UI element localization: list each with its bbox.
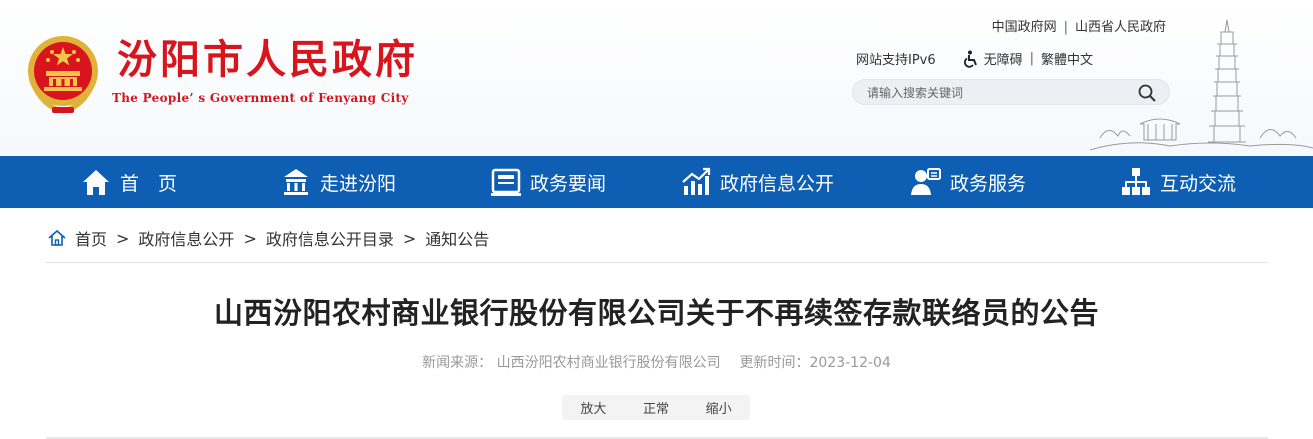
breadcrumb-separator: > xyxy=(116,228,130,248)
article-meta: 新闻来源： 山西汾阳农村商业银行股份有限公司 更新时间：2023-12-04 xyxy=(0,352,1313,372)
link-china-gov[interactable]: 中国政府网 xyxy=(992,20,1057,35)
nav-item-services[interactable]: 政务服务 xyxy=(910,156,1026,208)
source-value: 山西汾阳农村商业银行股份有限公司 xyxy=(496,355,721,371)
nav-item-interaction[interactable]: 互动交流 xyxy=(1120,156,1236,208)
breadcrumb-info-catalog[interactable]: 政府信息公开目录 xyxy=(266,226,394,250)
site-header: 汾阳市人民政府 The People’ s Government of Feny… xyxy=(0,0,1313,156)
pagoda-illustration xyxy=(1090,19,1313,151)
traditional-chinese-link[interactable]: 繁體中文 xyxy=(1041,49,1093,68)
article-title: 山西汾阳农村商业银行股份有限公司关于不再续签存款联络员的公告 xyxy=(213,296,1099,330)
nav-item-news[interactable]: 政务要闻 xyxy=(490,156,606,208)
utility-links: 网站支持IPv6 无障碍 | 繁體中文 xyxy=(856,49,1094,68)
font-normal-button[interactable]: 正常 xyxy=(643,398,669,417)
breadcrumb-home[interactable]: 首页 xyxy=(75,226,107,250)
source-label: 新闻来源： xyxy=(422,355,493,371)
breadcrumb-notices[interactable]: 通知公告 xyxy=(425,226,489,250)
font-size-controls: 放大 正常 缩小 xyxy=(562,395,750,420)
nav-item-label: 政务服务 xyxy=(950,172,1027,195)
chart-icon xyxy=(682,167,711,195)
nav-item-label: 政府信息公开 xyxy=(720,172,835,195)
breadcrumb-separator: > xyxy=(402,228,417,248)
network-icon xyxy=(1122,168,1150,195)
nav-item-label: 走进汾阳 xyxy=(320,172,397,195)
font-enlarge-button[interactable]: 放大 xyxy=(580,398,606,417)
breadcrumb-separator: > xyxy=(243,228,257,248)
search-input[interactable] xyxy=(865,82,1119,104)
service-icon xyxy=(911,168,941,195)
nav-item-label: 首 页 xyxy=(120,172,178,195)
national-emblem-icon xyxy=(28,36,98,114)
news-icon xyxy=(491,168,521,196)
updated-value: 2023-12-04 xyxy=(809,355,891,371)
nav-item-about[interactable]: 走进汾阳 xyxy=(280,156,396,208)
nav-item-info-disclosure[interactable]: 政府信息公开 xyxy=(680,156,834,208)
nav-item-label: 互动交流 xyxy=(1160,172,1237,195)
breadcrumb-info-disclosure[interactable]: 政府信息公开 xyxy=(138,226,234,250)
home-outline-icon xyxy=(48,229,66,246)
main-nav: 首 页 走进汾阳 政务要闻 政府信息公开 政务服务 互动交流 xyxy=(0,156,1313,208)
nav-item-home[interactable]: 首 页 xyxy=(80,156,177,208)
building-icon xyxy=(284,169,308,195)
font-shrink-button[interactable]: 缩小 xyxy=(706,398,732,417)
site-subtitle: The People’ s Government of Fenyang City xyxy=(112,91,409,105)
accessibility-link[interactable]: 无障碍 xyxy=(984,49,1023,68)
home-icon xyxy=(83,170,109,195)
breadcrumb-divider xyxy=(46,262,1268,263)
breadcrumb: 首页 > 政府信息公开 > 政府信息公开目录 > 通知公告 xyxy=(47,223,489,253)
wheelchair-icon xyxy=(963,50,977,68)
ipv6-link[interactable]: 网站支持IPv6 xyxy=(856,49,936,68)
site-title: 汾阳市人民政府 xyxy=(117,36,418,83)
nav-item-label: 政务要闻 xyxy=(530,172,607,195)
updated-label: 更新时间： xyxy=(739,355,810,371)
